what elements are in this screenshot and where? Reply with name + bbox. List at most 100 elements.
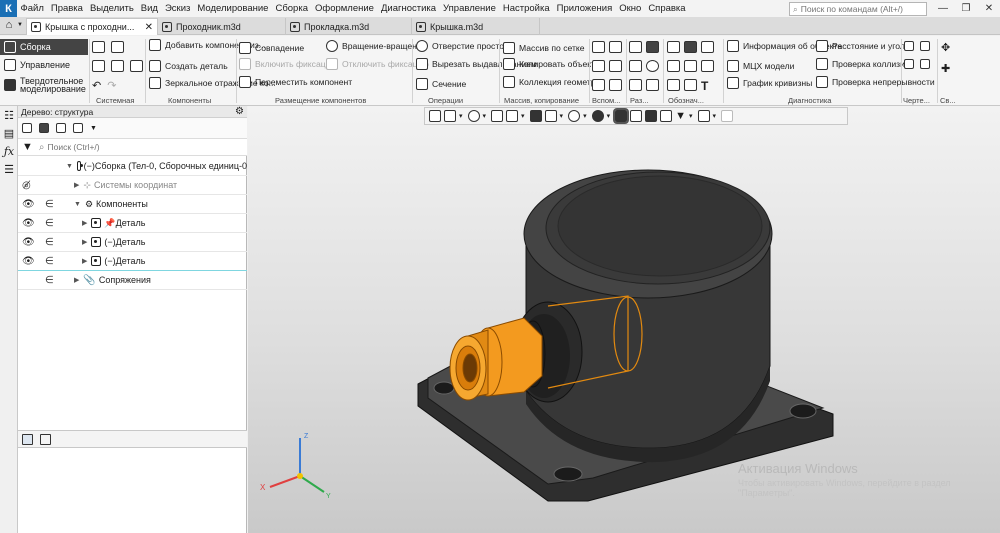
app-logo[interactable]: К: [0, 0, 17, 17]
measure-icon[interactable]: [697, 110, 710, 122]
redo-icon[interactable]: ↷: [107, 79, 116, 92]
menu-select[interactable]: Выделить: [86, 0, 137, 17]
menu-file[interactable]: Файл: [17, 0, 47, 17]
menu-sketch[interactable]: Эскиз: [161, 0, 193, 17]
gear-icon[interactable]: ⚙: [235, 106, 244, 118]
tree-row-coordinate-systems[interactable]: ◎̸ ▶ ⊹ Системы координат: [18, 176, 247, 195]
coincide-button[interactable]: Совпадение: [239, 42, 321, 54]
tree-settings-icon[interactable]: [73, 123, 83, 133]
text-icon[interactable]: T: [701, 79, 718, 93]
pin-icon[interactable]: ✥: [941, 41, 955, 54]
zoom-icon[interactable]: [467, 110, 480, 122]
base-icon[interactable]: [667, 60, 680, 72]
show-all-icon[interactable]: [645, 110, 658, 122]
include-icon[interactable]: ∈: [45, 237, 54, 248]
mass-properties-button[interactable]: МЦХ модели: [727, 60, 813, 72]
angular-dim-icon[interactable]: [646, 41, 659, 53]
radial-dim-icon[interactable]: [629, 60, 642, 72]
variables-icon[interactable]: ƒx: [3, 146, 15, 158]
chevron-down-icon[interactable]: ▾: [607, 112, 611, 120]
layers-icon[interactable]: ☰: [3, 164, 15, 176]
linear-dim-icon[interactable]: [629, 41, 642, 53]
add-icon[interactable]: ✚: [941, 62, 955, 75]
expand-arrow-icon[interactable]: ▶: [82, 238, 87, 246]
view-icon[interactable]: [920, 41, 930, 51]
tab-gasket[interactable]: Прокладка.m3d: [286, 18, 412, 35]
tree-row-part-2[interactable]: 👁 ∈ ▶ (−)Деталь: [18, 233, 247, 252]
tree-structure-mode-icon[interactable]: [39, 123, 49, 133]
tree-structure-icon[interactable]: ☷: [3, 110, 15, 122]
mode-manage[interactable]: Управление: [0, 57, 88, 73]
filter-icon[interactable]: ▼: [22, 141, 33, 153]
continuity-check-button[interactable]: Проверка непрерывности: [816, 76, 935, 88]
dim-style-icon[interactable]: [646, 79, 659, 91]
tab-assembly[interactable]: Крышка с проходни... ✕: [26, 18, 158, 35]
menu-modeling[interactable]: Моделирование: [194, 0, 272, 17]
menu-settings[interactable]: Настройка: [499, 0, 553, 17]
tree-row-mates[interactable]: ∈ ▶ 📎 Сопряжения: [18, 271, 247, 290]
layers-view-icon[interactable]: [660, 110, 673, 122]
save-icon[interactable]: [111, 60, 124, 72]
move-component-button[interactable]: Переместить компонент: [239, 76, 352, 88]
menu-window[interactable]: Окно: [616, 0, 645, 17]
tree-list-icon[interactable]: ▤: [3, 128, 15, 140]
display-icon[interactable]: [591, 110, 604, 122]
section-button[interactable]: Сечение: [416, 78, 498, 90]
sketch-plane-icon[interactable]: [429, 110, 441, 122]
plane-icon[interactable]: [592, 41, 605, 53]
print-icon[interactable]: [92, 60, 105, 72]
orient-icon[interactable]: [491, 110, 504, 122]
curve-icon[interactable]: [609, 79, 622, 91]
chevron-down-icon[interactable]: ▾: [560, 112, 564, 120]
chevron-down-icon[interactable]: ▾: [483, 112, 487, 120]
leader-icon[interactable]: [667, 41, 680, 53]
point-icon[interactable]: [592, 60, 605, 72]
filter-icon[interactable]: ▼: [675, 110, 686, 122]
mirror-component-button[interactable]: Зеркальное отражение ко...: [149, 77, 276, 89]
perspective-icon[interactable]: [613, 108, 630, 124]
line-icon[interactable]: [609, 60, 622, 72]
open-file-icon[interactable]: [111, 41, 124, 53]
command-search-input[interactable]: [800, 4, 919, 14]
tree-search-input[interactable]: [47, 142, 228, 152]
enable-fix-button[interactable]: Включить фиксацию: [239, 58, 337, 70]
pdf-icon[interactable]: [130, 60, 143, 72]
add-component-button[interactable]: Добавить компонент из...: [149, 39, 266, 51]
chevron-down-icon[interactable]: ▾: [521, 112, 525, 120]
chevron-down-icon[interactable]: ▼: [90, 125, 97, 132]
3d-viewport[interactable]: Z X Y: [248, 106, 1000, 533]
collision-check-button[interactable]: Проверка коллизий: [816, 58, 910, 70]
menu-format[interactable]: Оформление: [312, 0, 378, 17]
hide-icon[interactable]: [568, 110, 581, 122]
mark-icon[interactable]: [701, 60, 714, 72]
chevron-down-icon[interactable]: ▾: [689, 112, 693, 120]
expand-arrow-icon[interactable]: ▶: [74, 181, 79, 189]
mode-solid[interactable]: Твердотельное моделирование: [0, 75, 88, 95]
include-icon[interactable]: ∈: [45, 275, 54, 286]
shaded-icon[interactable]: [529, 110, 542, 122]
tree-mode-icon[interactable]: [22, 123, 32, 133]
tree-row-part-1[interactable]: 👁 ∈ ▶ 📌 Деталь: [18, 214, 247, 233]
tab-cover[interactable]: Крышка.m3d: [412, 18, 540, 35]
include-icon[interactable]: ∈: [45, 256, 54, 267]
cs-icon[interactable]: [592, 79, 605, 91]
auto-dim-icon[interactable]: [629, 79, 642, 91]
eye-icon[interactable]: 👁: [22, 256, 35, 267]
tree-row-part-3[interactable]: 👁 ∈ ▶ (−)Деталь: [18, 252, 247, 271]
expand-arrow-icon[interactable]: ▶: [82, 257, 87, 265]
drawing-icon[interactable]: [904, 41, 914, 51]
grid-array-button[interactable]: Массив по сетке: [503, 42, 588, 54]
undo-icon[interactable]: ↶: [92, 79, 101, 92]
include-icon[interactable]: ∈: [45, 218, 54, 229]
extrude-cut-button[interactable]: Вырезать выдавливанием: [416, 58, 537, 70]
tab-passthrough[interactable]: Проходник.m3d: [158, 18, 286, 35]
close-button[interactable]: ✕: [978, 1, 1000, 16]
object-info-button[interactable]: Информация об объекте: [727, 40, 842, 52]
section-view-icon[interactable]: [630, 110, 643, 122]
position-icon[interactable]: [667, 79, 680, 91]
curvature-graph-button[interactable]: График кривизны: [727, 77, 813, 89]
menu-assembly[interactable]: Сборка: [272, 0, 312, 17]
diameter-dim-icon[interactable]: [646, 60, 659, 72]
close-tab-icon[interactable]: ✕: [145, 22, 153, 33]
collapse-arrow-icon[interactable]: ▼: [66, 163, 73, 170]
